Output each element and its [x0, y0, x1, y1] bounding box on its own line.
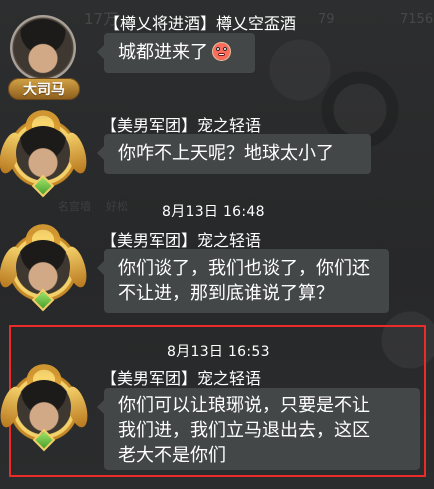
message-text-1: 城都进来了	[118, 40, 241, 65]
timestamp-2: 8月13日 16:53	[167, 344, 270, 360]
background-text-top-right: 7156	[400, 12, 434, 27]
background-text-mid-1: 名宫墙	[58, 200, 91, 213]
message-text-4-line-1: 你们可以让琅琊说，只要是不让	[118, 395, 370, 416]
message-text-4-line-3: 老大不是你们	[118, 445, 226, 466]
background-text-top-mid: 79	[318, 12, 335, 27]
message-sender-2: 【美男军团】宠之轻语	[101, 116, 262, 135]
message-sender-1: 【樽乂将进酒】樽乂空盃酒	[104, 14, 297, 33]
message-bubble-2[interactable]: 你咋不上天呢？地球太小了	[97, 134, 371, 174]
message-text-2: 你咋不上天呢？地球太小了	[118, 143, 334, 164]
avatar-fourth-user-image	[17, 380, 71, 434]
avatar-first-user[interactable]	[10, 15, 76, 81]
message-text-1-line-1: 城都进来了	[118, 42, 208, 63]
avatar-fourth-user[interactable]	[0, 372, 92, 442]
background-text-mid-2: 好松	[106, 200, 128, 213]
message-sender-4: 【美男军团】宠之轻语	[101, 369, 262, 388]
avatar-title-badge: 大司马	[8, 78, 80, 100]
avatar-third-user-image	[16, 240, 70, 294]
timestamp-1: 8月13日 16:48	[162, 204, 265, 220]
avatar-first-user-image	[14, 19, 72, 77]
message-bubble-3[interactable]: 你们谈了，我们也谈了，你们还 不让进，那到底谁说了算？	[97, 249, 389, 313]
background-overlay-mid: 名宫墙 好松	[56, 180, 176, 216]
message-text-4-line-2: 我们进，我们立马退出去，这区	[118, 420, 370, 441]
message-bubble-1[interactable]: 城都进来了	[97, 33, 255, 73]
avatar-second-user[interactable]	[0, 118, 91, 188]
message-text-3-line-1: 你们谈了，我们也谈了，你们还	[118, 258, 370, 279]
avatar-title-text: 大司马	[23, 83, 65, 98]
avatar-second-user-image	[16, 126, 70, 180]
message-text-3-line-2: 不让进，那到底谁说了算？	[118, 283, 334, 304]
angry-face-icon	[212, 42, 231, 61]
message-sender-3: 【美男军团】宠之轻语	[101, 231, 262, 250]
avatar-third-user[interactable]	[0, 232, 91, 302]
message-bubble-4[interactable]: 你们可以让琅琊说，只要是不让 我们进，我们立马退出去，这区 老大不是你们	[97, 388, 420, 470]
